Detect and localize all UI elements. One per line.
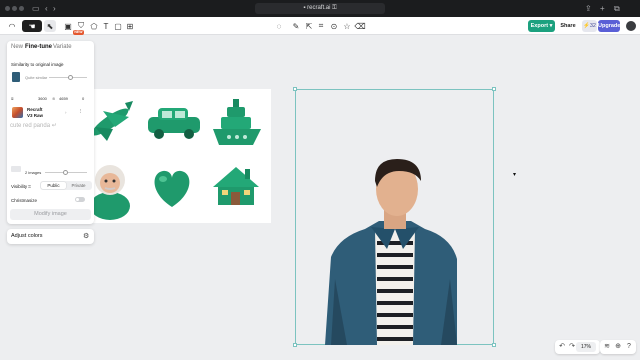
app-toolbar: ◠ ☚ ⬉ ▣ NEW ⛉ ⬠ T ▢ ⊞ ◌ ✎ ⇱ ⌗ ⊙ ☆ ⌫ Expo… — [0, 17, 640, 35]
tab-overview-icon[interactable]: ⧉ — [614, 3, 620, 14]
similarity-label: Similarity to original image — [11, 62, 64, 67]
model-version: V3 Raw — [27, 113, 44, 118]
cursor-pointer-icon: ▾ — [513, 172, 517, 178]
upscale-tool[interactable]: ⇱ — [303, 20, 315, 32]
aspect-ratio-icon[interactable]: ⧈ — [11, 96, 14, 101]
extra-value[interactable]: 0 — [82, 96, 84, 101]
tab-new[interactable]: New — [11, 44, 23, 50]
link-icon[interactable]: ⊗ — [52, 96, 55, 101]
credits-button[interactable]: ⚡32 — [582, 20, 597, 32]
model-name: Recraft — [27, 107, 43, 112]
ship-object — [213, 99, 261, 145]
address-bar[interactable]: ▪ recraft.ai ⚿ — [255, 3, 385, 14]
back-icon[interactable]: ‹ — [45, 3, 48, 14]
settings-sliders-icon[interactable]: ⫶ — [80, 109, 81, 114]
lightning-icon: ⚡ — [583, 23, 590, 29]
upgrade-button[interactable]: Upgrade — [598, 20, 620, 32]
airplane-object — [91, 101, 133, 141]
width-value[interactable]: 3600 — [38, 96, 47, 101]
layers-icon[interactable]: ≋ — [602, 342, 612, 352]
modify-image-button[interactable]: Modify image — [10, 209, 91, 220]
dimensions-row: ⧈ 3600 ⊗ 4659 0 — [10, 95, 91, 103]
christmasize-label: Christmasize — [11, 198, 38, 203]
tab-fine-tune[interactable]: Fine-tune — [25, 44, 52, 50]
einstein-figure-object — [90, 165, 130, 220]
export-label: Export — [530, 23, 549, 29]
model-selector[interactable]: Recraft V3 Raw › ⫶ — [10, 105, 91, 123]
adjust-colors-label: Adjust colors — [11, 233, 43, 239]
text-tool[interactable]: T — [100, 20, 112, 32]
remove-bg-tool[interactable]: ⊙ — [328, 20, 340, 32]
view-controls: ≋ ⊕ ? — [600, 340, 636, 354]
prompt-text: cute red panda — [10, 123, 51, 129]
adjust-colors-panel[interactable]: Adjust colors ⚙ — [7, 229, 94, 244]
images-slider-knob[interactable] — [63, 169, 68, 175]
similarity-slider-knob[interactable] — [68, 74, 73, 80]
minimize-window-dot[interactable] — [12, 6, 17, 11]
browser-bar: ▭ ‹ › ▪ recraft.ai ⚿ ⇪ + ⧉ — [0, 0, 640, 17]
help-icon[interactable]: ? — [624, 342, 634, 352]
export-button[interactable]: Export ▾ — [528, 20, 555, 32]
maximize-window-dot[interactable] — [19, 6, 24, 11]
lasso-tool[interactable]: ◌ — [273, 20, 285, 32]
select-tool[interactable]: ⬉ — [44, 20, 56, 32]
globe-icon[interactable]: ⊕ — [613, 342, 623, 352]
adjust-sliders-icon[interactable]: ⚙ — [83, 232, 89, 240]
more-tools-icon[interactable]: ⊞ — [124, 20, 136, 32]
shape-tool[interactable]: ⬠ — [88, 20, 100, 32]
credits-value: 32 — [589, 23, 596, 29]
crop-tool[interactable]: ⌗ — [315, 20, 327, 32]
pointer-tool[interactable]: ☚ — [22, 20, 42, 32]
eraser-tool[interactable]: ⌫ — [354, 20, 366, 32]
sticker-tool[interactable]: ▢ — [112, 20, 124, 32]
person-photo — [325, 159, 457, 345]
model-thumbnail — [12, 107, 23, 118]
share-button[interactable]: Share — [559, 20, 577, 32]
address-url: recraft.ai — [307, 5, 331, 11]
visibility-toggle[interactable]: Public Private — [40, 181, 92, 190]
undo-icon[interactable]: ↶ — [557, 342, 567, 352]
lock-icon: ⚿ — [330, 5, 337, 11]
shirt-mockup-tool[interactable]: ⛉ — [75, 20, 87, 32]
sidebar-icon[interactable]: ▭ — [32, 3, 40, 14]
brush-tool[interactable]: ✎ — [290, 20, 302, 32]
images-count-label[interactable]: 2 images — [25, 170, 41, 175]
forward-icon[interactable]: › — [53, 3, 56, 14]
enter-icon: ↵ — [51, 123, 57, 129]
similarity-value-label: Quite similar — [25, 75, 48, 80]
car-object — [148, 108, 200, 139]
home-icon[interactable]: ◠ — [6, 20, 18, 32]
prompt-input[interactable]: cute red panda ↵ — [10, 122, 57, 129]
image-count-icon — [11, 166, 21, 172]
visibility-private-option[interactable]: Private — [66, 182, 91, 189]
zoom-value[interactable]: 17% — [576, 342, 596, 352]
lock-icon: ⚿ — [28, 184, 32, 189]
tab-variate[interactable]: Variate — [53, 44, 72, 50]
original-thumbnail — [12, 72, 20, 82]
visibility-public-option[interactable]: Public — [41, 182, 66, 189]
christmasize-toggle[interactable] — [75, 197, 85, 202]
share-page-icon[interactable]: ⇪ — [585, 3, 592, 14]
close-window-dot[interactable] — [5, 6, 10, 11]
new-tab-icon[interactable]: + — [600, 3, 605, 14]
avatar[interactable] — [626, 21, 636, 31]
house-object — [213, 167, 259, 205]
info-icon[interactable]: ⓘ — [59, 62, 63, 68]
height-value[interactable]: 4659 — [59, 96, 68, 101]
chevron-right-icon[interactable]: › — [65, 110, 67, 115]
visibility-label: Visibility — [11, 184, 28, 189]
heart-object — [154, 170, 190, 207]
star-tool[interactable]: ☆ — [341, 20, 353, 32]
